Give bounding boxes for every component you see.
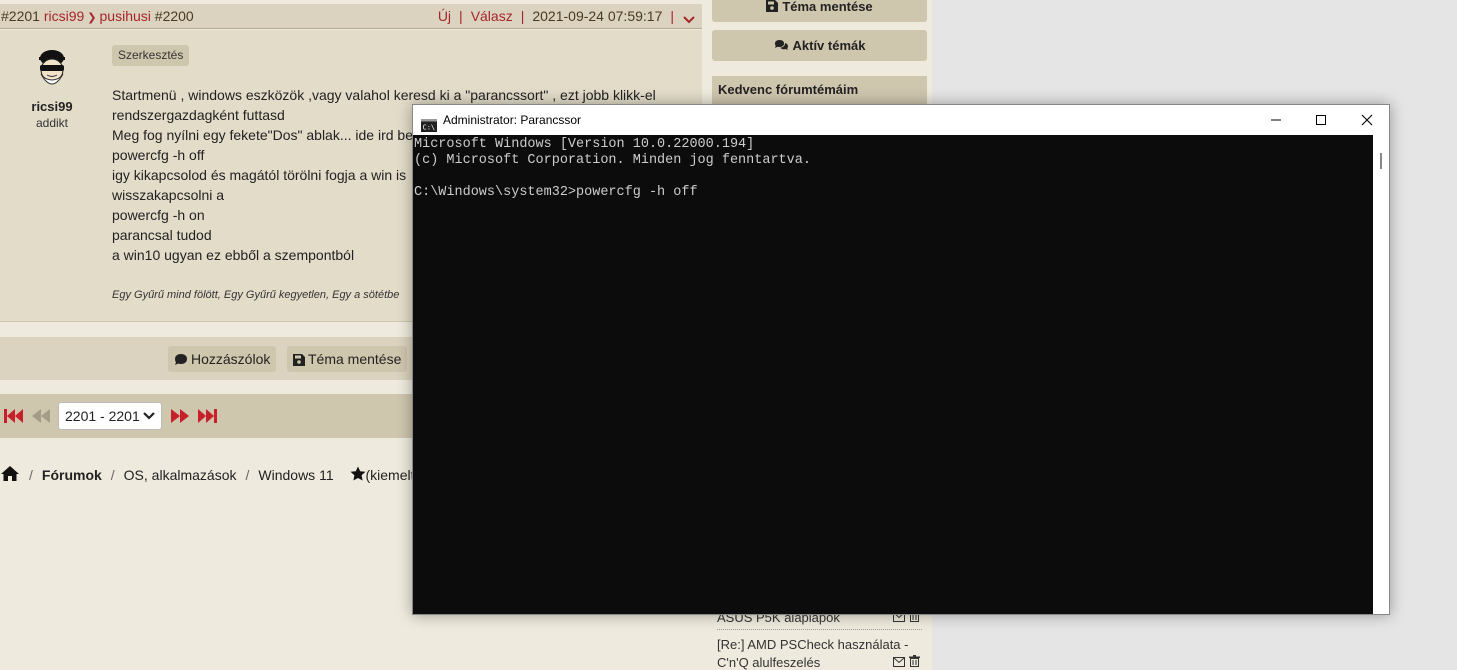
- user-name[interactable]: ricsi99: [0, 99, 104, 114]
- active-topics-label: Aktív témák: [792, 38, 866, 53]
- terminal-output[interactable]: Microsoft Windows [Version 10.0.22000.19…: [413, 135, 1373, 614]
- page-range-value: 2201 - 2201: [65, 408, 140, 424]
- comment-icon: [175, 354, 187, 365]
- command-prompt-icon: C:\: [421, 113, 437, 132]
- terminal-line: (c) Microsoft Corporation. Minden jog fe…: [414, 153, 811, 168]
- reply-link[interactable]: Válasz: [471, 8, 513, 24]
- user-avatar[interactable]: [33, 48, 71, 94]
- comments-icon: [774, 40, 788, 50]
- post-line: Startmenü , windows eszközök ,vagy valah…: [112, 87, 656, 103]
- window-title: Administrator: Parancssor: [443, 113, 582, 127]
- breadcrumb-forums[interactable]: Fórumok: [42, 467, 102, 483]
- close-button[interactable]: [1344, 105, 1390, 135]
- minimize-button[interactable]: [1253, 105, 1299, 135]
- previous-page-icon: [30, 407, 52, 425]
- window-title-bar[interactable]: C:\ Administrator: Parancssor: [413, 105, 1389, 135]
- chevron-right-icon: ❯: [87, 12, 97, 24]
- vertical-scrollbar[interactable]: [1373, 135, 1389, 614]
- mail-icon[interactable]: [893, 657, 906, 667]
- favorites-title: Kedvenc fórumtémáim: [712, 76, 927, 104]
- fav-item-label[interactable]: C'n'Q alulfeszelés: [717, 654, 922, 670]
- terminal-line: Microsoft Windows [Version 10.0.22000.19…: [414, 137, 755, 152]
- divider: [717, 629, 922, 630]
- save-topic-label: Téma mentése: [308, 351, 402, 367]
- command-prompt-window[interactable]: C:\ Administrator: Parancssor Microsoft …: [412, 104, 1390, 615]
- maximize-button[interactable]: [1298, 105, 1344, 135]
- close-icon: [1361, 114, 1373, 126]
- save-topic-button[interactable]: Téma mentése: [287, 346, 408, 372]
- trash-icon[interactable]: [909, 655, 920, 667]
- scrollbar-thumb[interactable]: [1380, 153, 1382, 169]
- author-link[interactable]: ricsi99: [44, 8, 84, 24]
- new-link[interactable]: Új: [438, 8, 451, 24]
- minimize-icon: [1271, 119, 1281, 121]
- svg-text:C:\: C:\: [423, 124, 436, 132]
- active-topics-button[interactable]: Aktív témák: [712, 30, 927, 61]
- terminal-line: C:\Windows\system32>powercfg -h off: [414, 185, 698, 200]
- home-icon[interactable]: [0, 466, 20, 483]
- edit-badge[interactable]: Szerkesztés: [112, 45, 190, 66]
- reply-id: #2200: [154, 8, 194, 24]
- post-signature: Egy Gyűrű mind fölött, Egy Gyűrű kegyetl…: [112, 289, 400, 301]
- next-page-icon[interactable]: [169, 407, 191, 425]
- sidebar-save-topic-button[interactable]: Téma mentése: [712, 0, 927, 22]
- breadcrumb-topic[interactable]: Windows 11: [258, 467, 333, 483]
- comment-button-label: Hozzászólok: [191, 351, 271, 367]
- chevron-down-icon[interactable]: [682, 10, 696, 24]
- sidebar-save-topic-label: Téma mentése: [782, 0, 873, 14]
- post-datetime: 2021-09-24 07:59:17: [532, 8, 663, 24]
- first-page-icon[interactable]: [3, 407, 25, 425]
- list-item[interactable]: [Re:] AMD PSCheck használata - C'n'Q alu…: [717, 636, 922, 670]
- user-rank: addikt: [35, 116, 69, 130]
- breadcrumb-category[interactable]: OS, alkalmazások: [124, 467, 237, 483]
- post-header: #2201 ricsi99 ❯ pusihusi #2200 Új | Válasz | 2…: [0, 4, 702, 29]
- chevron-down-icon: [143, 412, 155, 420]
- page-range-select[interactable]: 2201 - 2201: [58, 402, 162, 430]
- featured-label: (kiemelt: [365, 467, 415, 483]
- comment-button[interactable]: Hozzászólok: [168, 346, 277, 372]
- maximize-icon: [1316, 115, 1326, 125]
- post-id: #2201: [1, 8, 40, 24]
- star-icon[interactable]: [350, 466, 366, 483]
- breadcrumb: / Fórumok / OS, alkalmazások / Windows 11 (ki…: [0, 464, 415, 486]
- reply-to-link[interactable]: pusihusi: [100, 8, 151, 24]
- save-icon: [293, 354, 305, 366]
- fav-item-label[interactable]: [Re:] AMD PSCheck használata -: [717, 636, 922, 654]
- save-icon: [766, 0, 779, 12]
- last-page-icon[interactable]: [196, 407, 218, 425]
